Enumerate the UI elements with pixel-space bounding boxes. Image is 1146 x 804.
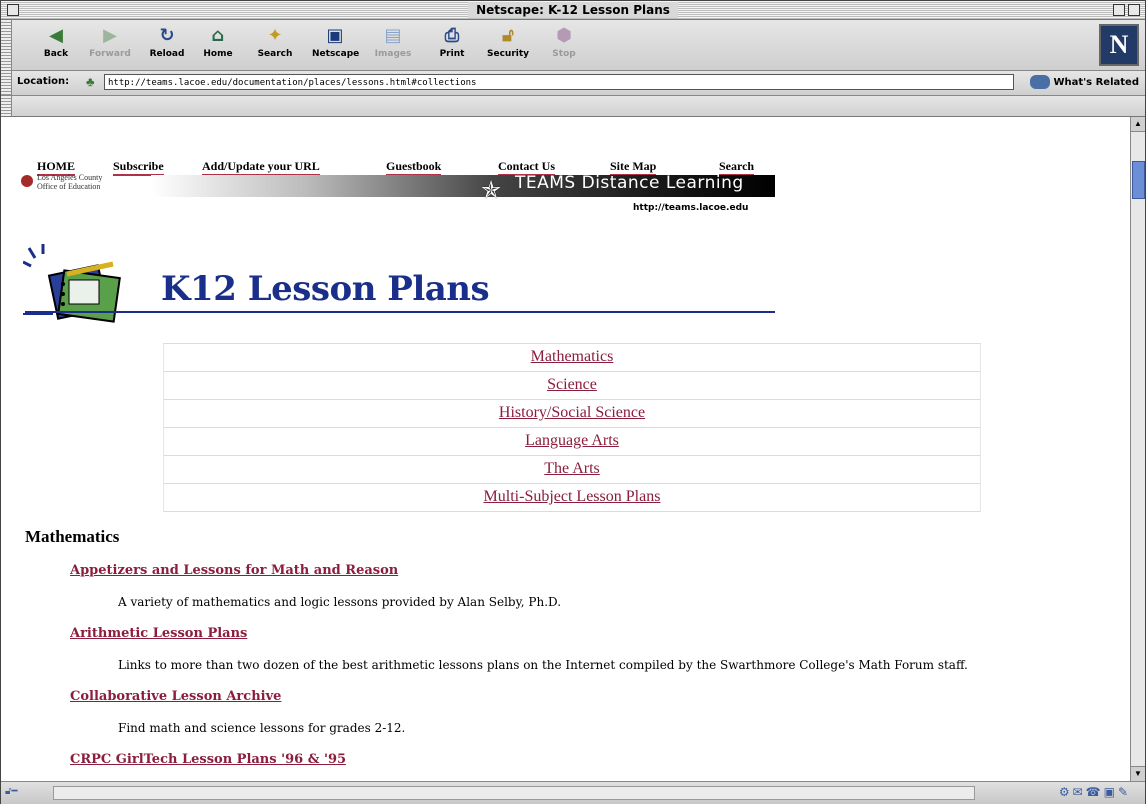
scroll-down-arrow-icon[interactable]: ▼ — [1131, 766, 1145, 781]
teams-title: TEAMS Distance Learning — [515, 173, 744, 193]
lesson-description: Find math and science lessons for grades… — [118, 721, 406, 735]
lesson-link[interactable]: Arithmetic Lesson Plans — [70, 626, 247, 641]
subject-link-language-arts[interactable]: Language Arts — [525, 432, 619, 449]
subject-row: Mathematics — [163, 343, 981, 371]
home-icon: ⌂ — [211, 25, 225, 46]
lacoe-logo[interactable]: Los Angeles County Office of Education — [21, 173, 103, 191]
section-heading: Mathematics — [25, 527, 120, 546]
scroll-thumb[interactable] — [1132, 161, 1145, 199]
subject-row: Language Arts — [163, 427, 981, 455]
close-box[interactable] — [7, 4, 19, 16]
personal-toolbar — [1, 96, 1145, 117]
page-heading: K12 Lesson Plans — [161, 269, 490, 309]
subject-row: Multi-Subject Lesson Plans — [163, 483, 981, 512]
search-button[interactable]: ✦ Search — [252, 23, 298, 67]
subject-link-multi-subject[interactable]: Multi-Subject Lesson Plans — [484, 488, 661, 505]
subject-link-the-arts[interactable]: The Arts — [544, 460, 600, 477]
padlock-icon: 🔓︎ — [502, 25, 514, 46]
forward-arrow-icon: ▶ — [103, 25, 117, 46]
images-button[interactable]: ▤ Images — [370, 23, 416, 67]
subject-row: History/Social Science — [163, 399, 981, 427]
location-label: Location: — [17, 76, 70, 87]
lesson-link[interactable]: Appetizers and Lessons for Math and Reas… — [70, 563, 398, 578]
home-label: Home — [203, 49, 233, 59]
location-toolbar: Location: ♣ http://teams.lacoe.edu/docum… — [1, 71, 1145, 96]
netscape-label: Netscape — [312, 49, 360, 59]
netscape-logo-icon: N — [1099, 24, 1139, 66]
back-label: Back — [43, 49, 69, 59]
title-bar[interactable]: Netscape: K-12 Lesson Plans — [1, 1, 1145, 20]
stop-icon: ⬢ — [556, 25, 572, 46]
windowshade-box[interactable] — [1128, 4, 1140, 16]
heading-rule — [25, 311, 775, 313]
component-bar-icon[interactable]: ⚙✉☎▣✎ — [1059, 785, 1131, 800]
lesson-description: Links to more than two dozen of the best… — [118, 658, 968, 672]
forward-label: Forward — [89, 49, 131, 59]
images-icon: ▤ — [384, 25, 402, 46]
security-label: Security — [486, 49, 530, 59]
back-arrow-icon: ◀ — [49, 25, 63, 46]
teams-banner-title[interactable]: ✯ TEAMS Distance Learning — [481, 173, 744, 204]
zoom-box[interactable] — [1113, 4, 1125, 16]
printer-icon: ⎙ — [444, 25, 460, 46]
subject-link-science[interactable]: Science — [547, 376, 597, 393]
whats-related-button[interactable]: What's Related — [1030, 75, 1139, 89]
teams-url: http://teams.lacoe.edu — [633, 203, 749, 213]
security-button[interactable]: 🔓︎ Security — [485, 23, 531, 67]
teams-logo-icon: ✯ — [481, 176, 502, 204]
reload-icon: ↻ — [159, 25, 175, 46]
scroll-up-arrow-icon[interactable]: ▲ — [1131, 117, 1145, 132]
county-seal-icon — [21, 175, 33, 187]
lesson-description: A variety of mathematics and logic lesso… — [118, 595, 562, 609]
search-icon: ✦ — [267, 25, 283, 46]
toolbar-grip[interactable] — [1, 20, 12, 70]
print-label: Print — [439, 49, 465, 59]
org-line-1: Los Angeles County — [37, 173, 103, 182]
forward-button[interactable]: ▶ Forward — [87, 23, 133, 67]
stop-label: Stop — [552, 49, 576, 59]
nav-subscribe[interactable]: Subscribe — [113, 159, 164, 176]
nav-add-update-url[interactable]: Add/Update your URL — [202, 159, 320, 176]
subject-link-history-social-science[interactable]: History/Social Science — [499, 404, 645, 421]
location-grip[interactable] — [1, 71, 12, 95]
subject-menu: Mathematics Science History/Social Scien… — [163, 343, 981, 512]
nav-guestbook[interactable]: Guestbook — [386, 159, 442, 176]
lesson-link[interactable]: Collaborative Lesson Archive — [70, 689, 281, 704]
netscape-icon: ▣ — [326, 25, 344, 46]
subject-row: Science — [163, 371, 981, 399]
subject-row: The Arts — [163, 455, 981, 483]
page-proxy-icon[interactable]: ♣ — [86, 74, 102, 90]
search-label: Search — [257, 49, 293, 59]
images-label: Images — [374, 49, 412, 59]
vertical-scrollbar[interactable]: ▲ ▼ — [1130, 117, 1145, 781]
org-line-2: Office of Education — [37, 182, 101, 191]
home-button[interactable]: ⌂ Home — [195, 23, 241, 67]
netscape-button[interactable]: ▣ Netscape — [312, 23, 360, 67]
security-status-icon[interactable]: 🔓︎━ — [5, 786, 49, 798]
navigation-toolbar: ◀ Back ▶ Forward ↻ Reload ⌂ Home ✦ Searc… — [1, 20, 1145, 71]
lesson-link[interactable]: CRPC GirlTech Lesson Plans '96 & '95 — [70, 752, 346, 767]
related-icon — [1030, 75, 1051, 89]
reload-label: Reload — [149, 49, 185, 59]
url-field[interactable]: http://teams.lacoe.edu/documentation/pla… — [104, 74, 1014, 90]
status-bar: 🔓︎━ ⚙✉☎▣✎ — [1, 781, 1145, 804]
reload-button[interactable]: ↻ Reload — [144, 23, 190, 67]
window-title: Netscape: K-12 Lesson Plans — [468, 2, 678, 18]
personal-grip[interactable] — [1, 96, 12, 116]
status-progress-area — [53, 786, 975, 800]
subject-link-mathematics[interactable]: Mathematics — [531, 348, 614, 365]
browser-window: Netscape: K-12 Lesson Plans ◀ Back ▶ For… — [0, 0, 1146, 804]
page-content: HOME Subscribe Add/Update your URL Guest… — [1, 117, 1131, 781]
whats-related-label: What's Related — [1053, 77, 1139, 88]
stop-button[interactable]: ⬢ Stop — [541, 23, 587, 67]
print-button[interactable]: ⎙ Print — [429, 23, 475, 67]
back-button[interactable]: ◀ Back — [33, 23, 79, 67]
